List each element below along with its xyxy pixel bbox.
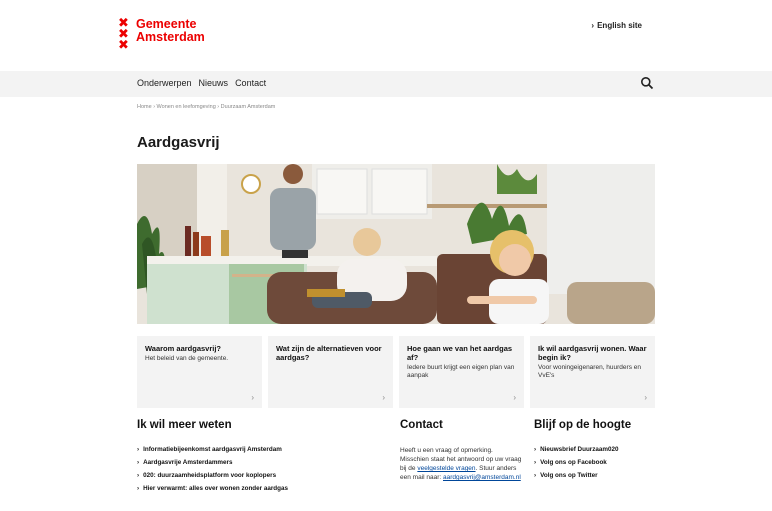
link-informatiebijeenkomst[interactable]: › Informatiebijeenkomst aardgasvrij Amste… (137, 446, 288, 453)
chevron-right-icon: › (534, 459, 537, 466)
link-label: Volg ons op Twitter (540, 472, 598, 479)
link-label: Volg ons op Facebook (540, 459, 607, 466)
nav-item-contact[interactable]: Contact (235, 78, 266, 88)
page-title: Aardgasvrij (137, 134, 220, 151)
chevron-right-icon: › (534, 472, 537, 479)
link-label: Informatiebijeenkomst aardgasvrij Amster… (143, 446, 282, 453)
card-hoe-van-aardgas-af[interactable]: Hoe gaan we van het aardgas af? Iedere b… (399, 336, 524, 408)
chevron-right-icon: › (137, 472, 140, 479)
english-site-label: English site (597, 21, 642, 30)
page: ✖ ✖ ✖ Gemeente Amsterdam › English site O… (0, 0, 772, 511)
link-hier-verwarmt[interactable]: › Hier verwarmt: alles over wonen zonder … (137, 485, 288, 492)
link-facebook[interactable]: › Volg ons op Facebook (534, 459, 619, 466)
link-twitter[interactable]: › Volg ons op Twitter (534, 472, 619, 479)
card-title: Wat zijn de alternatieven voor aardgas? (276, 344, 382, 362)
cross-icon: ✖ (118, 38, 129, 53)
nav-item-nieuws[interactable]: Nieuws (199, 78, 229, 88)
chevron-right-icon: › (251, 393, 254, 402)
amsterdam-crosses-icon: ✖ ✖ ✖ (118, 17, 132, 53)
email-link[interactable]: aardgasvrij@amsterdam.nl (443, 474, 521, 481)
chevron-right-icon: › (382, 393, 385, 402)
card-alternatieven[interactable]: Wat zijn de alternatieven voor aardgas? … (268, 336, 393, 408)
meer-weten-links: › Informatiebijeenkomst aardgasvrij Amste… (137, 446, 288, 492)
card-title: Hoe gaan we van het aardgas af? (407, 344, 513, 362)
link-label: Aardgasvrije Amsterdammers (143, 459, 233, 466)
faq-link[interactable]: veelgestelde vragen (417, 465, 475, 472)
logo-text: Gemeente Amsterdam (136, 18, 205, 51)
link-label: 020: duurzaamheidsplatform voor koploper… (143, 472, 277, 479)
family-living-room-image (137, 164, 655, 324)
card-title: Waarom aardgasvrij? (145, 344, 221, 353)
card-description: Het beleid van de gemeente. (145, 355, 229, 362)
link-aardgasvrije-amsterdammers[interactable]: › Aardgasvrije Amsterdammers (137, 459, 288, 466)
chevron-right-icon: › (644, 393, 647, 402)
link-label: Nieuwsbrief Duurzaam020 (540, 446, 619, 453)
gemeente-logo[interactable]: ✖ ✖ ✖ Gemeente Amsterdam (118, 17, 205, 53)
english-site-link[interactable]: › English site (591, 21, 642, 30)
card-waarom-aardgasvrij[interactable]: Waarom aardgasvrij? Het beleid van de ge… (137, 336, 262, 408)
chevron-right-icon: › (137, 485, 140, 492)
link-label: Hier verwarmt: alles over wonen zonder a… (143, 485, 288, 492)
card-description: Voor woningeigenaren, huurders en VvE's (538, 364, 641, 379)
blijf-op-de-hoogte-heading: Blijf op de hoogte (534, 419, 632, 431)
chevron-right-icon: › (137, 459, 140, 466)
hoogte-links: › Nieuwsbrief Duurzaam020 › Volg ons op Fa… (534, 446, 619, 479)
chevron-right-icon: › (137, 446, 140, 453)
breadcrumb[interactable]: Home › Wonen en leefomgeving › Duurzaam … (137, 104, 275, 110)
card-title: Ik wil aardgasvrij wonen. Waar begin ik? (538, 344, 647, 362)
nav-item-onderwerpen[interactable]: Onderwerpen (137, 78, 192, 88)
search-icon[interactable] (640, 76, 654, 90)
topic-cards: Waarom aardgasvrij? Het beleid van de ge… (137, 336, 655, 408)
card-waar-begin-ik[interactable]: Ik wil aardgasvrij wonen. Waar begin ik?… (530, 336, 655, 408)
main-navigation: Onderwerpen Nieuws Contact (0, 71, 772, 97)
meer-weten-heading: Ik wil meer weten (137, 419, 232, 431)
logo-line-2: Amsterdam (136, 29, 205, 44)
contact-heading: Contact (400, 419, 443, 431)
link-duurzaamheidsplatform[interactable]: › 020: duurzaamheidsplatform voor koplope… (137, 472, 288, 479)
hero-image (137, 164, 655, 324)
chevron-right-icon: › (513, 393, 516, 402)
chevron-right-icon: › (534, 446, 537, 453)
contact-text: Heeft u een vraag of opmerking. Misschie… (400, 446, 522, 482)
link-nieuwsbrief[interactable]: › Nieuwsbrief Duurzaam020 (534, 446, 619, 453)
logo-line-1: Gemeente (136, 17, 197, 31)
card-description: Iedere buurt krijgt een eigen plan van a… (407, 364, 515, 379)
chevron-right-icon: › (591, 21, 595, 30)
